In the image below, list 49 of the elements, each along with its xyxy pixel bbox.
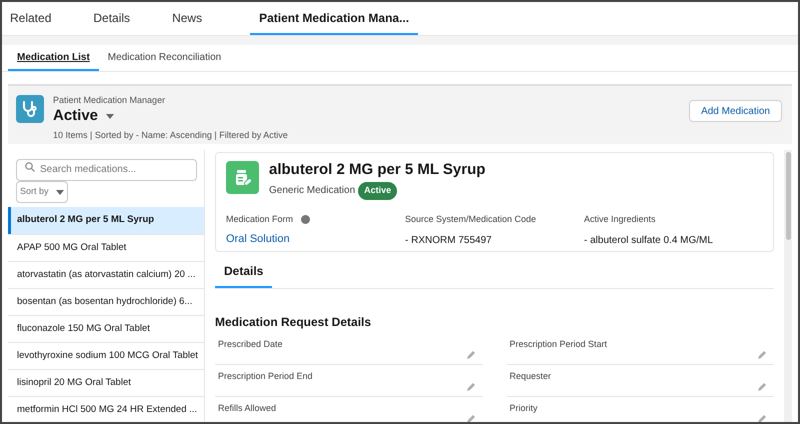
edit-pencil-icon[interactable]	[757, 414, 767, 422]
field-label: Priority	[510, 402, 538, 415]
caret-icon[interactable]	[106, 114, 114, 118]
edit-pencil-icon[interactable]	[757, 350, 767, 360]
stethoscope-icon	[16, 95, 44, 123]
medication-list-item[interactable]: bosentan (as bosentan hydrochloride) 6...	[8, 288, 204, 315]
tab[interactable]: News	[164, 2, 210, 35]
search-icon	[25, 162, 35, 172]
field-label: Prescribed Date	[218, 338, 283, 351]
field-label: Active Ingredients	[584, 212, 656, 226]
edit-pencil-icon[interactable]	[757, 382, 767, 392]
field-link[interactable]: Oral Solution	[226, 231, 405, 248]
field-label: Prescription Period Start	[510, 338, 608, 351]
field-label: Requester	[510, 370, 552, 383]
tab[interactable]: Patient Medication Mana...	[250, 2, 418, 35]
pill-bottle-icon	[226, 161, 259, 194]
medication-list-item[interactable]: lisinopril 20 MG Oral Tablet	[8, 369, 204, 396]
field-value: - albuterol sulfate 0.4 MG/ML	[584, 234, 714, 248]
subtab[interactable]: Medication List	[8, 45, 99, 71]
sort-dropdown[interactable]: Sort by	[16, 181, 68, 203]
scrollbar[interactable]	[784, 150, 792, 422]
medication-list-item[interactable]: levothyroxine sodium 100 MCG Oral Tablet	[8, 342, 204, 369]
caret-icon	[56, 190, 64, 194]
subtab[interactable]: Medication Reconciliation	[98, 45, 230, 71]
search-field[interactable]: Search medications...	[16, 158, 197, 180]
medication-list-item[interactable]: albuterol 2 MG per 5 ML Syrup	[8, 207, 204, 234]
medication-list-item[interactable]: fluconazole 150 MG Oral Tablet	[8, 315, 204, 342]
edit-pencil-icon[interactable]	[466, 350, 476, 360]
field-label: Source System/Medication Code	[405, 212, 536, 226]
add-medication-button[interactable]: Add Medication	[689, 100, 782, 122]
field-label: Prescription Period End	[218, 370, 313, 383]
medication-list-item[interactable]: metformin HCl 500 MG 24 HR Extended ...	[8, 396, 204, 422]
field-label: Medication Form	[226, 212, 294, 226]
medication-list-item[interactable]: atorvastatin (as atorvastatin calcium) 20 ...	[8, 261, 204, 288]
medication-title: albuterol 2 MG per 5 ML Syrup	[269, 161, 486, 179]
medication-list-item[interactable]: APAP 500 MG Oral Tablet	[8, 234, 204, 261]
tab[interactable]: Related	[2, 2, 60, 35]
field-label: Refills Allowed	[218, 402, 276, 415]
edit-pencil-icon[interactable]	[466, 382, 476, 392]
section-heading: Medication Request Details	[215, 314, 372, 331]
list-summary: 10 Items | Sorted by - Name: Ascending | Filtered by Active	[53, 129, 288, 142]
medication-type: Generic Medication	[269, 184, 356, 198]
tab[interactable]: Details	[85, 2, 138, 35]
app-name: Patient Medication Manager	[53, 94, 166, 106]
status-badge: Active	[358, 182, 398, 200]
field-value: - RXNORM 755497	[405, 234, 493, 248]
details-tab[interactable]: Details	[215, 258, 272, 288]
edit-pencil-icon[interactable]	[466, 414, 476, 422]
list-view-title: Active	[53, 106, 98, 126]
